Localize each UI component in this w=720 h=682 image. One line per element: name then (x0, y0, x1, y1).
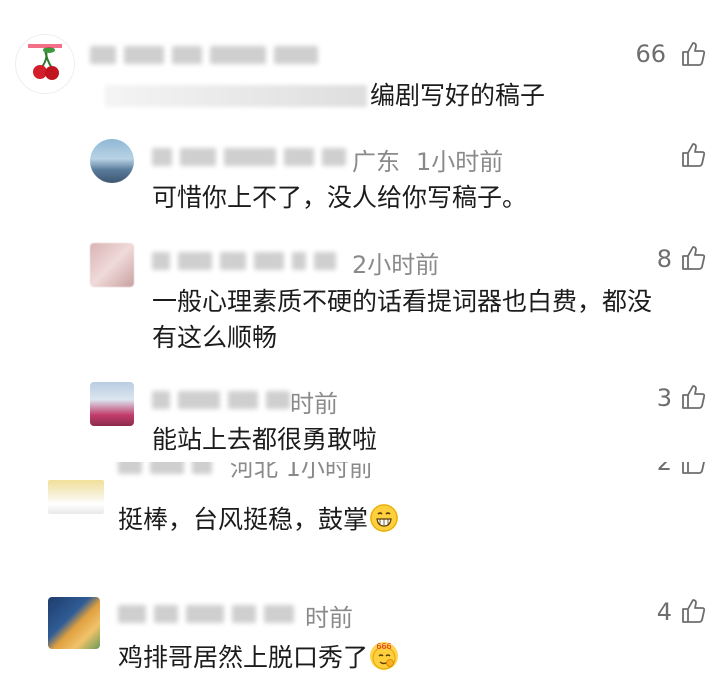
thumbs-up-icon[interactable] (680, 245, 706, 271)
like-count: 2 (656, 462, 672, 476)
comment-text: 鸡排哥居然上脱口秀了 666 (118, 638, 399, 678)
comment-text: 挺棒，台风挺稳，鼓掌 (118, 500, 399, 540)
reply-text-line1: 一般心理素质不硬的话看提词器也白费，都没 (152, 287, 653, 316)
thumbs-up-icon[interactable] (680, 41, 706, 67)
thumbs-up-icon[interactable] (680, 462, 706, 475)
comment-text: 编剧写好的稿子 (370, 81, 546, 110)
reply-text: 能站上去都很勇敢啦 (152, 425, 378, 454)
username-blurred[interactable] (152, 146, 354, 168)
comment-time: 河北 1小时前 (230, 462, 373, 482)
svg-text:666: 666 (376, 642, 391, 651)
reply-time: 1小时前 (416, 148, 504, 176)
quoted-bar-blurred (105, 85, 367, 107)
666-emoji: 666 (370, 642, 399, 670)
comment-time: 时前 (305, 604, 353, 632)
avatar[interactable] (48, 597, 100, 649)
reply-location: 广东 (352, 148, 400, 176)
like-count: 8 (656, 245, 672, 273)
comment-text-body: 挺棒，台风挺稳，鼓掌 (118, 505, 369, 534)
thumbs-up-icon[interactable] (680, 384, 706, 410)
avatar[interactable] (90, 382, 134, 426)
username-blurred[interactable] (152, 389, 298, 411)
avatar[interactable] (90, 139, 134, 183)
reply-text: 可惜你上不了，没人给你写稿子。 (152, 183, 528, 212)
username-blurred[interactable] (118, 603, 302, 625)
grinning-emoji (370, 504, 399, 532)
username-blurred[interactable] (90, 44, 326, 66)
avatar[interactable] (48, 480, 104, 514)
like-count: 4 (656, 598, 672, 626)
reply-time: 2小时前 (352, 251, 440, 279)
thumbs-up-icon[interactable] (680, 598, 706, 624)
username-blurred[interactable] (118, 462, 220, 476)
cut-header-clip: 河北 1小时前 2 (0, 462, 720, 490)
comment-text-body: 鸡排哥居然上脱口秀了 (118, 643, 369, 672)
thumbs-up-icon[interactable] (680, 142, 706, 168)
like-count: 66 (635, 40, 666, 68)
avatar[interactable] (15, 34, 75, 94)
cherry-logo-icon (17, 36, 73, 92)
reply-text-line2: 有这么顺畅 (152, 323, 278, 352)
avatar[interactable] (90, 243, 134, 287)
like-count: 3 (656, 384, 672, 412)
username-blurred[interactable] (152, 250, 344, 272)
reply-time: 时前 (290, 390, 338, 418)
